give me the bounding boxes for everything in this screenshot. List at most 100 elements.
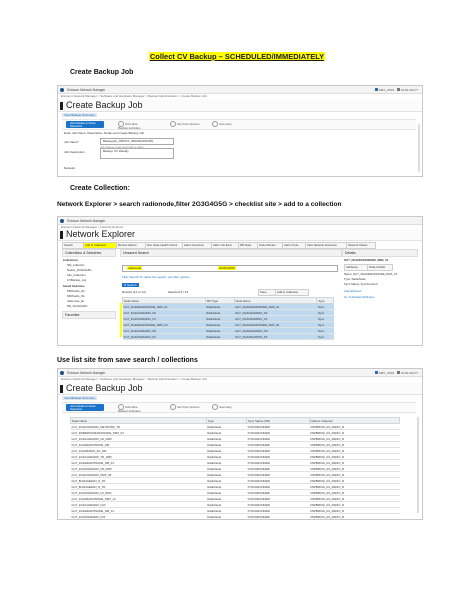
tree-item[interactable]: Nodes_2G3G4G5G <box>67 268 92 272</box>
search-icon: ⚲ <box>124 283 127 287</box>
user-icon <box>374 88 378 92</box>
step-circle-icon <box>212 404 218 410</box>
tree-item[interactable]: Saved Searches <box>63 284 84 288</box>
wizard-step-4[interactable]: Summary <box>212 121 232 127</box>
table-cell: CNPB0K0G_R1_RADIO_R <box>309 520 400 521</box>
search-token-radionode[interactable]: radionode <box>127 266 143 270</box>
tree-item[interactable]: Collections <box>63 258 78 262</box>
step-circle-icon <box>212 121 218 127</box>
table-cell: SYNCHRONIZED <box>246 520 309 521</box>
results-add-collection-button[interactable]: Add to Collection <box>275 289 309 296</box>
wizard-step-1[interactable]: Job Details & Node Selection <box>66 404 104 411</box>
tree-item[interactable]: RN_2G3G4G5G <box>67 304 88 308</box>
wizard-step-2[interactable]: Schedule Backup Activities <box>118 404 148 413</box>
job-description-label: Job Description <box>64 150 85 154</box>
toolbar-health-check-button[interactable]: Run Node Health Check <box>145 242 183 249</box>
ericsson-logo-icon <box>60 87 64 92</box>
user-name[interactable]: NMX_OWN <box>379 371 395 375</box>
details-line: Type: RadioNode <box>344 277 366 281</box>
status-area: NMX_OWN 01:50 AM FT <box>374 371 418 375</box>
table-cell: GU7_3G4GRADIONODE_NMX_16 <box>71 520 207 521</box>
results-save-button[interactable]: Save <box>258 289 276 296</box>
app-name: Ericsson Network Manager <box>67 87 106 92</box>
app-topbar: Ericsson Network Manager NMX_OWN 01:50 A… <box>58 369 422 377</box>
tree-item[interactable]: NMXradio_3G <box>67 294 85 298</box>
tree-item[interactable]: NM_collection <box>67 263 85 267</box>
results-info: Selected 5 / 14 <box>168 290 189 294</box>
clock-text: 01:50 AM FT <box>400 87 418 92</box>
app-name: Ericsson Network Manager <box>67 370 106 375</box>
clock-icon <box>396 88 400 92</box>
search-button[interactable]: ⚲ Search <box>122 283 139 287</box>
toolbar-network-instances-button[interactable]: View Network Instances <box>305 242 347 249</box>
job-description-input[interactable]: Backup CV Weekly <box>100 148 174 159</box>
checkbox-column-highlight <box>120 303 122 337</box>
page-marker-icon <box>60 231 63 239</box>
toolbar-monitor-alarms-button[interactable]: Monitor Alarms <box>116 242 146 249</box>
section-heading-instructions: Network Explorer > search radionode,filt… <box>57 201 342 208</box>
details-line: Sync Status: Synchronized <box>344 282 378 286</box>
view-summary-link[interactable]: View Backup Summary <box>62 396 97 400</box>
wizard-step-2[interactable]: Schedule Backup Activities <box>118 121 148 130</box>
toolbar-alarm-overview-button[interactable]: Alarm Overview <box>182 242 212 249</box>
details-tab-node[interactable]: Node Details <box>367 264 393 271</box>
results-table: Node Name MO Type Node Name Sync GU7_3G4… <box>122 297 334 340</box>
details-tab-attributes[interactable]: Attributes <box>344 264 368 271</box>
document-title: Collect CV Backup – SCHEDULED/IMMEDIATEL… <box>148 52 326 61</box>
table-row[interactable]: GU7_2G4G5GRADIO_F6 RadioNode GU7_2G4G5GRAD… <box>122 333 334 340</box>
wizard-step-1[interactable]: Job Details & Node Selection <box>66 121 104 128</box>
page-title: Create Backup Job <box>66 100 143 110</box>
wizard-steps: Job Details & Node Selection Schedule Ba… <box>62 119 416 130</box>
network-label: Network <box>64 166 76 170</box>
app-topbar: Ericsson Network Manager <box>58 217 422 225</box>
tree-item[interactable]: Site_Collection <box>67 273 86 277</box>
node-table: Node Name Type Sync Status (CM) Cabinet … <box>70 417 400 521</box>
page-title: Network Explorer <box>66 229 136 239</box>
section-heading-saved-search: Use list site from save search / collect… <box>57 357 198 364</box>
toolbar-node-monitor-button[interactable]: Node Monitor <box>257 242 283 249</box>
page-header: Network Explorer <box>58 229 422 241</box>
screenshot-network-explorer: Ericsson Network Manager Ericsson Networ… <box>57 216 423 346</box>
toolbar-add-collection-button[interactable]: Add to Collection <box>83 242 117 249</box>
page-header: Create Backup Job <box>58 100 422 112</box>
toolbar-alarm-view-button[interactable]: Alarm Vie Error <box>211 242 239 249</box>
details-node-name: GU7_3G4GRADIONODE_NMX_01 <box>344 258 389 262</box>
user-name[interactable]: NMX_OWN <box>379 88 395 92</box>
wizard-step-3[interactable]: Set Post Options <box>170 121 200 127</box>
wizard-step-3[interactable]: Set Post Options <box>170 404 200 410</box>
view-summary-link[interactable]: View Backup Summary <box>62 113 97 117</box>
breadcrumb[interactable]: Ericsson Network Manager > Software and … <box>58 377 422 382</box>
table-row[interactable]: GU7_3G4GRADIONODE_NMX_16RadioNodeSYNCHRO… <box>71 520 400 521</box>
page-marker-icon <box>60 102 63 110</box>
details-link[interactable]: Go To Related Attributes <box>344 295 374 299</box>
search-header: Unsaved Search <box>120 249 342 257</box>
search-token-filter[interactable]: 2G3G4G5G <box>218 266 237 270</box>
screenshot-backup-node-list: Ericsson Network Manager NMX_OWN 01:50 A… <box>57 368 423 520</box>
app-name: Ericsson Network Manager <box>67 218 106 223</box>
page-marker-icon <box>60 385 63 393</box>
tree-item[interactable]: CVBackup_List <box>67 278 86 282</box>
status-area: NMX_OWN 01:50 AM FT <box>374 87 418 92</box>
wizard-steps: Job Details & Node Selection Schedule Ba… <box>62 402 416 413</box>
toolbar-search-button[interactable]: Search <box>62 242 84 249</box>
section-heading-backup-job: Create Backup Job <box>70 69 134 76</box>
toolbar-db-state-button[interactable]: DB State <box>238 242 258 249</box>
details-header: Details <box>342 249 418 257</box>
favorites-header[interactable]: Favorites <box>62 311 116 319</box>
details-link[interactable]: Add Attributes <box>344 289 361 293</box>
search-hint: Filter Search To refine the search, use … <box>122 275 190 279</box>
toolbar-network-viewer-button[interactable]: Network Viewer <box>346 242 376 249</box>
scroll-icon[interactable] <box>418 124 420 172</box>
screenshot-create-backup-job: Ericsson Network Manager NMX_OWN 01:50 A… <box>57 85 423 177</box>
results-label: Results (14 of 14) <box>122 290 146 294</box>
tree-item[interactable]: NMXradio_2G <box>67 289 85 293</box>
breadcrumb[interactable]: Ericsson Network Manager > Software and … <box>58 94 422 99</box>
step-circle-icon <box>170 404 176 410</box>
toolbar-alarm-tools-button[interactable]: Alarm Tools <box>282 242 306 249</box>
ericsson-logo-icon <box>60 370 64 375</box>
page-title: Create Backup Job <box>66 383 143 393</box>
collections-panel-header: Collections & Searches <box>62 249 116 257</box>
scroll-icon[interactable] <box>417 417 419 513</box>
tree-item[interactable]: radionode_all <box>67 299 84 303</box>
wizard-step-4[interactable]: Summary <box>212 404 232 410</box>
